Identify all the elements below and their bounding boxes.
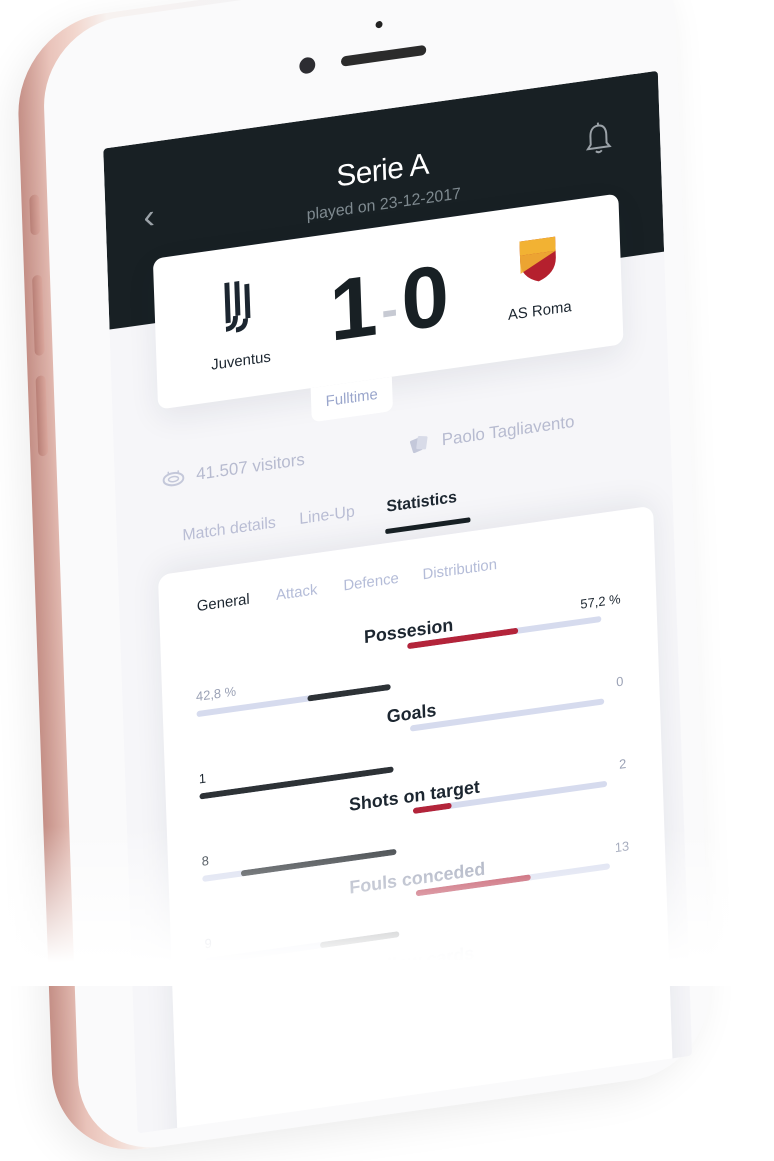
active-tab-indicator [385,517,470,534]
home-team[interactable]: Juventus [184,270,296,378]
referee-info: Paolo Tagliavento [408,412,575,455]
stat-away-value: 0 [616,673,624,689]
proximity-sensor [375,21,382,29]
stat-away-value: 13 [615,838,630,855]
referee-name: Paolo Tagliavento [441,412,574,451]
visitors-count: 41.507 visitors [196,450,305,485]
stat-home-value: 8 [202,853,210,869]
tab-match-details[interactable]: Match details [182,514,276,545]
stadium-icon [162,468,184,489]
tab-statistics[interactable]: Statistics [386,489,457,517]
home-stat-bar-fill [241,849,396,877]
home-score: 1 [328,257,377,360]
front-camera [299,56,315,74]
home-stat-bar-fill [308,684,391,702]
phone-side-button [29,194,40,236]
referee-card-icon [408,433,430,454]
home-team-name: Juventus [186,345,296,377]
bell-icon[interactable] [584,120,613,158]
juventus-logo-icon [218,274,260,336]
phone-volume-down-button [36,375,49,457]
stat-home-value: 9 [204,935,212,951]
stat-home-value: 42,8 % [196,683,237,704]
home-stat-bar-fill [320,931,400,948]
stat-home-value: 1 [199,770,207,786]
scoreline: 1-0 [302,242,474,365]
phone-frame: ‹ Serie A played on 23-12-2017 [15,0,708,1161]
earpiece-speaker [341,45,427,67]
away-team-name: AS Roma [485,295,595,327]
away-score: 0 [400,247,449,350]
phone-volume-up-button [32,274,45,356]
subtab-distribution[interactable]: Distribution [422,556,497,584]
tab-line-up[interactable]: Line-Up [299,503,355,529]
visitors-info: 41.507 visitors [162,450,305,490]
stat-away-value: 2 [619,756,627,772]
subtab-general[interactable]: General [197,591,250,616]
away-team[interactable]: AS Roma [483,227,595,327]
roma-logo-icon [515,232,560,286]
subtab-attack[interactable]: Attack [276,581,318,604]
app-screen: ‹ Serie A played on 23-12-2017 [103,71,692,1134]
statistics-card: General Attack Defence Distribution Poss… [158,506,674,1134]
phone-front: ‹ Serie A played on 23-12-2017 [41,0,712,1158]
subtab-defence[interactable]: Defence [343,570,399,595]
score-separator: - [374,280,402,340]
